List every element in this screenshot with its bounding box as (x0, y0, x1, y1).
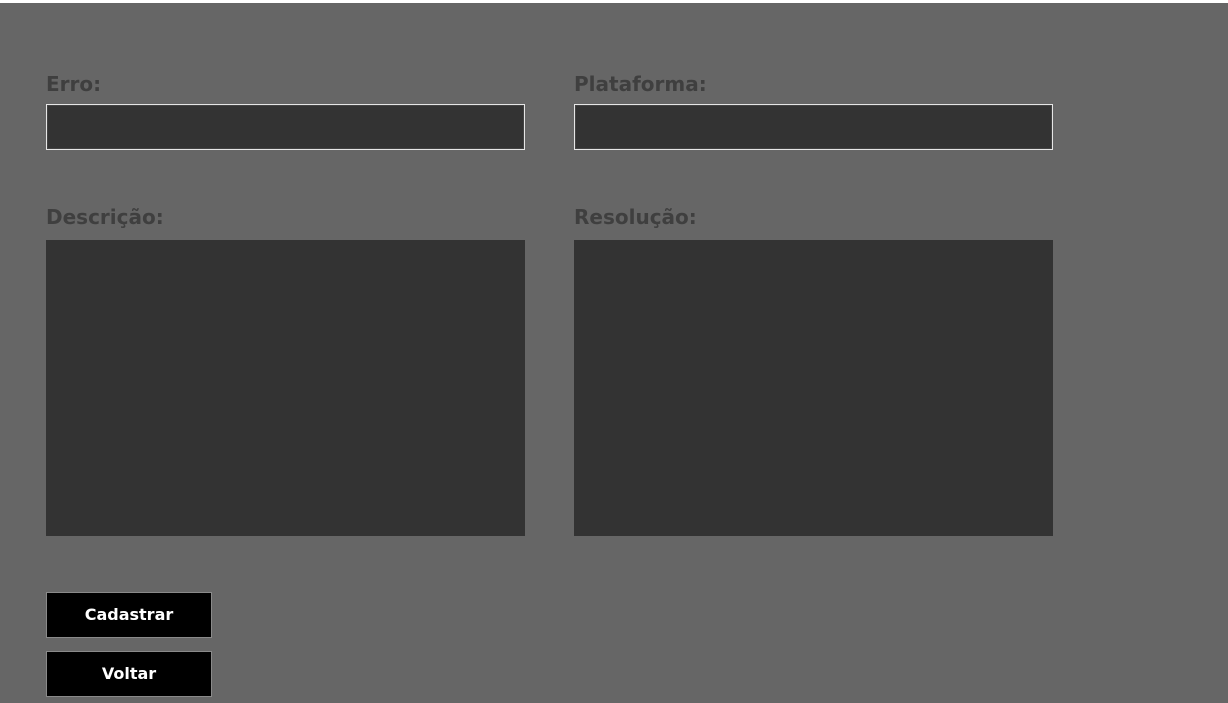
form-window: Erro: Plataforma: Descrição: Resolução: … (0, 3, 1228, 703)
erro-label: Erro: (46, 72, 102, 96)
descricao-textarea[interactable] (46, 240, 525, 536)
erro-input[interactable] (46, 104, 525, 150)
resolucao-textarea[interactable] (574, 240, 1053, 536)
resolucao-label: Resolução: (574, 205, 697, 229)
plataforma-input[interactable] (574, 104, 1053, 150)
voltar-button[interactable]: Voltar (46, 651, 212, 697)
plataforma-label: Plataforma: (574, 72, 707, 96)
descricao-label: Descrição: (46, 205, 164, 229)
cadastrar-button[interactable]: Cadastrar (46, 592, 212, 638)
